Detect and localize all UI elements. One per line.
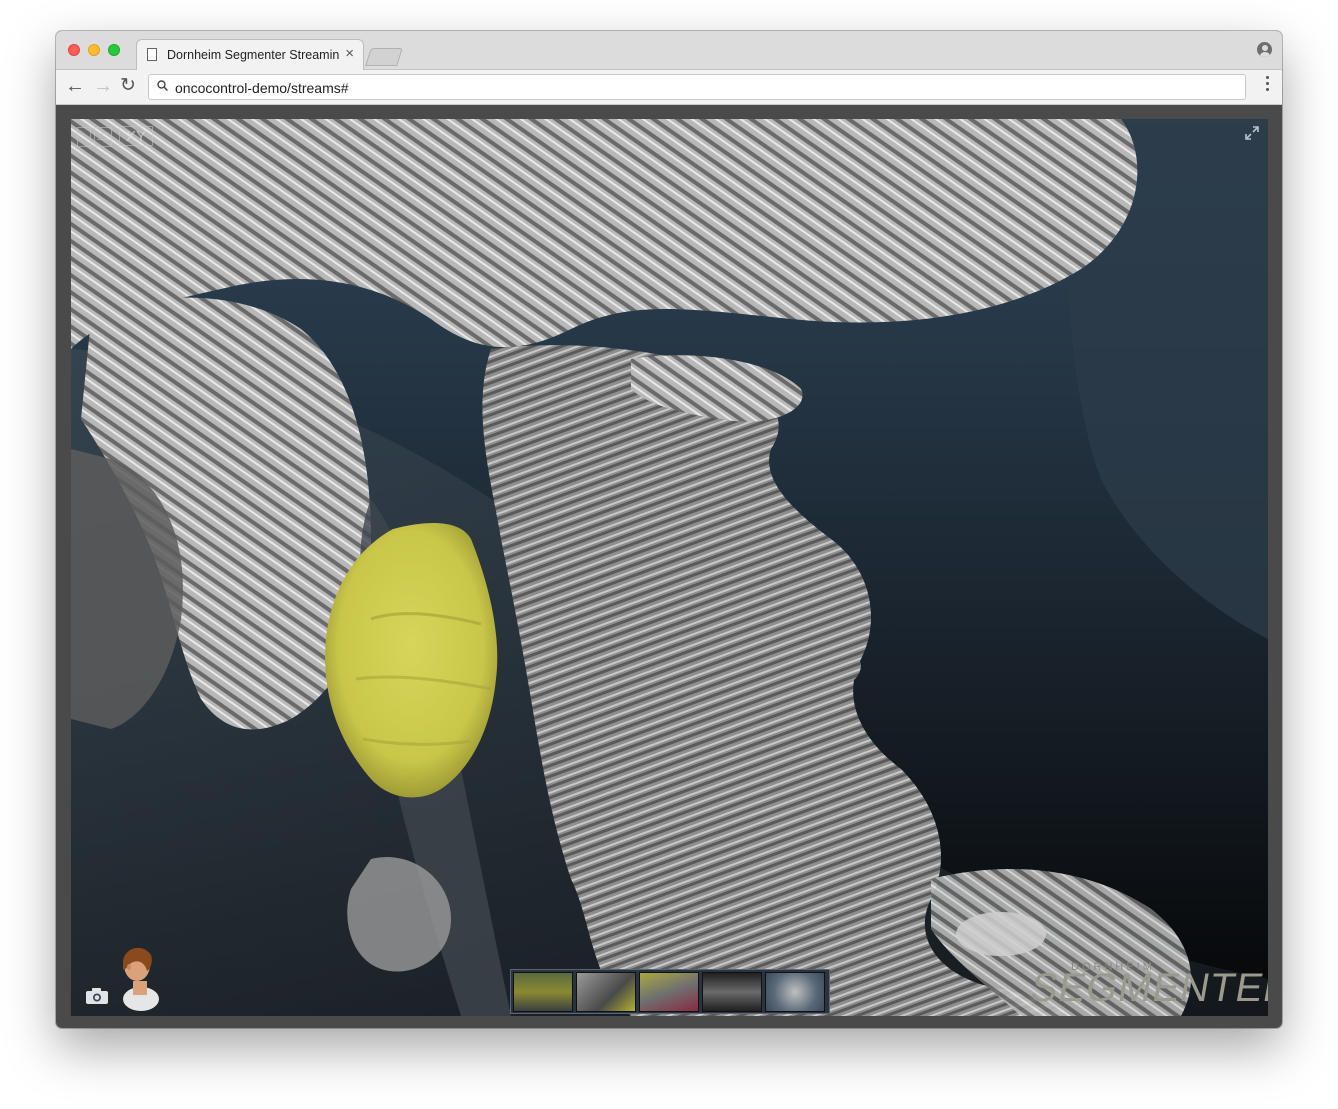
single-view-layout-icon[interactable] <box>77 127 91 147</box>
minimize-window-button[interactable] <box>88 44 100 56</box>
thumbnail-1[interactable] <box>513 972 573 1012</box>
tab-strip: Dornheim Segmenter Streamin × <box>56 31 1282 70</box>
new-tab-button[interactable] <box>365 48 403 66</box>
close-window-button[interactable] <box>68 44 80 56</box>
thumbnail-4[interactable] <box>702 972 762 1012</box>
search-icon <box>157 80 168 91</box>
3d-viewport[interactable]: XY DORNHEIM SEGMENTER <box>71 119 1268 1016</box>
person-orientation-icon[interactable] <box>113 941 161 1011</box>
thumbnail-2[interactable] <box>576 972 636 1012</box>
profile-icon[interactable] <box>1257 42 1272 57</box>
tab-active[interactable]: Dornheim Segmenter Streamin × <box>136 39 364 70</box>
vertical-dots-icon[interactable] <box>1266 76 1270 94</box>
reload-icon[interactable]: ↻ <box>120 75 136 97</box>
plane-selector[interactable]: XY <box>119 126 153 146</box>
page-content: A S XY DORNHEIM SEGMENTER <box>56 105 1282 1028</box>
browser-window: Dornheim Segmenter Streamin × ← → ↻ onco… <box>56 31 1282 1028</box>
thumbnail-5[interactable] <box>765 972 825 1012</box>
tab-title: Dornheim Segmenter Streamin <box>167 48 339 62</box>
browser-toolbar: ← → ↻ oncocontrol-demo/streams# <box>56 70 1282 105</box>
forward-arrow-icon[interactable]: → <box>93 75 113 97</box>
fullscreen-icon[interactable] <box>1244 125 1260 141</box>
thumbnail-3[interactable] <box>639 972 699 1012</box>
brand-name: SEGMENTER <box>1027 966 1268 1010</box>
tab-close-icon[interactable]: × <box>345 45 354 62</box>
volume-rendering[interactable] <box>71 119 1268 1016</box>
zoom-window-button[interactable] <box>108 44 120 56</box>
back-arrow-icon[interactable]: ← <box>65 75 85 97</box>
page-icon <box>147 48 157 61</box>
camera-icon[interactable] <box>85 987 109 1005</box>
url-text[interactable]: oncocontrol-demo/streams# <box>175 80 349 96</box>
thumbnail-strip <box>510 969 830 1014</box>
address-bar[interactable]: oncocontrol-demo/streams# <box>148 74 1246 100</box>
segmenter-logo: DORNHEIM SEGMENTER <box>1027 961 1268 1011</box>
split-view-layout-icon[interactable] <box>94 127 112 147</box>
